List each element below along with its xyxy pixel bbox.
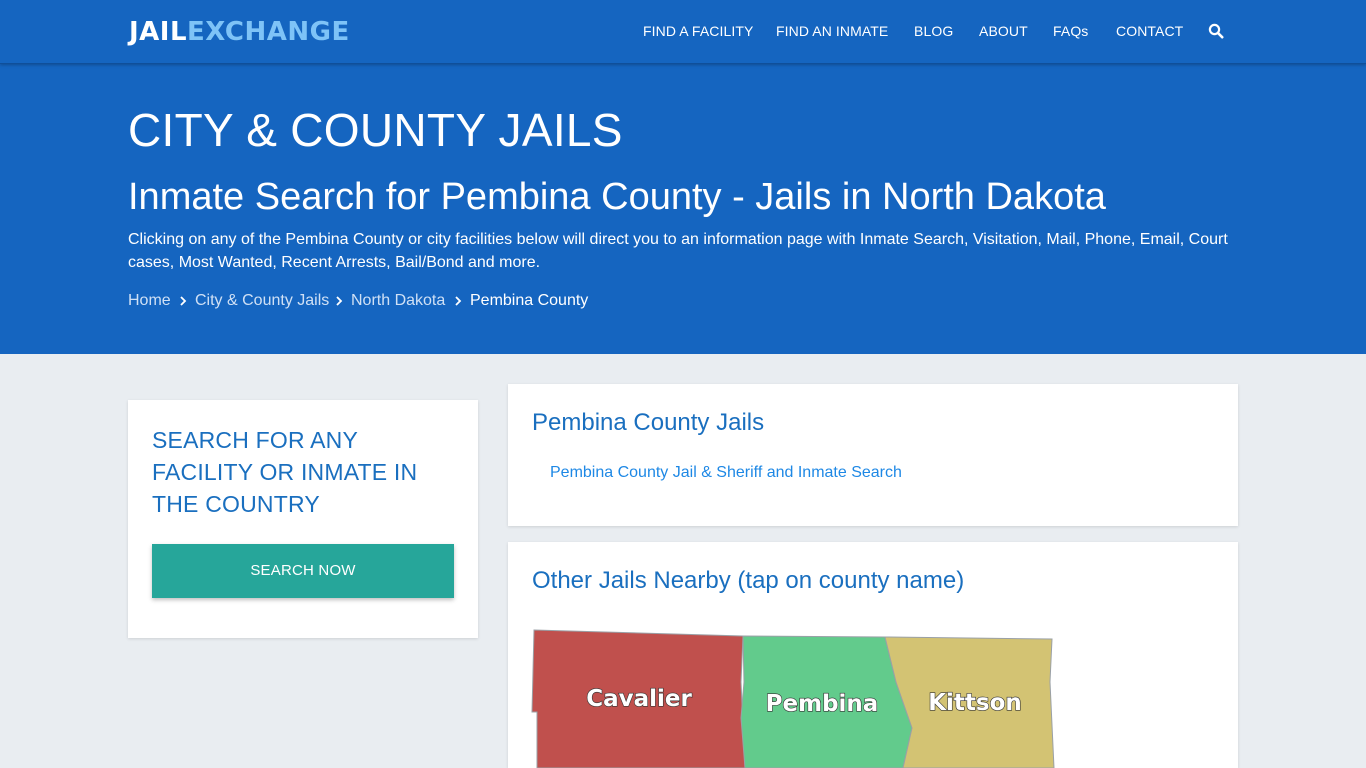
search-now-button[interactable]: SEARCH NOW bbox=[152, 544, 454, 598]
jail-link-pembina-county[interactable]: Pembina County Jail & Sheriff and Inmate… bbox=[550, 463, 902, 483]
nav-find-a-facility[interactable]: FIND A FACILITY bbox=[643, 23, 753, 39]
nav-contact[interactable]: CONTACT bbox=[1116, 23, 1183, 39]
county-label-kittson[interactable]: Kittson bbox=[928, 689, 1023, 716]
breadcrumb-home[interactable]: Home bbox=[128, 291, 171, 311]
nav-find-an-inmate[interactable]: FIND AN INMATE bbox=[776, 23, 888, 39]
county-map: Cavalier Pembina Kittson bbox=[531, 629, 1055, 768]
search-promo-heading: SEARCH FOR ANY FACILITY OR INMATE IN THE… bbox=[152, 427, 418, 517]
chevron-right-icon bbox=[336, 296, 343, 306]
search-promo-card: SEARCH FOR ANY FACILITY OR INMATE IN THE… bbox=[128, 400, 478, 638]
top-navbar: JAILEXCHANGE FIND A FACILITY FIND AN INM… bbox=[0, 0, 1366, 64]
county-label-pembina[interactable]: Pembina bbox=[765, 690, 879, 717]
search-icon[interactable] bbox=[1208, 23, 1224, 39]
page-title: CITY & COUNTY JAILS bbox=[128, 104, 623, 156]
county-jails-heading: Pembina County Jails bbox=[532, 409, 765, 436]
page-subtitle: Inmate Search for Pembina County - Jails… bbox=[128, 176, 1106, 218]
chevron-right-icon bbox=[180, 296, 187, 306]
nav-blog[interactable]: BLOG bbox=[914, 23, 953, 39]
nav-faqs[interactable]: FAQs bbox=[1053, 23, 1088, 39]
chevron-right-icon bbox=[455, 296, 462, 306]
breadcrumb-pembina-county: Pembina County bbox=[470, 292, 589, 309]
breadcrumb-city-county-jails[interactable]: City & County Jails bbox=[195, 291, 329, 311]
breadcrumb-north-dakota[interactable]: North Dakota bbox=[351, 291, 445, 311]
main-nav: FIND A FACILITY FIND AN INMATE BLOG ABOU… bbox=[0, 0, 1366, 64]
nav-about[interactable]: ABOUT bbox=[979, 23, 1028, 39]
nearby-jails-heading: Other Jails Nearby (tap on county name) bbox=[532, 567, 965, 594]
nearby-jails-card: Other Jails Nearby (tap on county name) … bbox=[508, 542, 1238, 768]
county-label-cavalier[interactable]: Cavalier bbox=[586, 685, 693, 712]
page-description: Clicking on any of the Pembina County or… bbox=[128, 231, 1228, 271]
county-jails-card: Pembina County Jails Pembina County Jail… bbox=[508, 384, 1238, 526]
hero-banner: CITY & COUNTY JAILS Inmate Search for Pe… bbox=[0, 64, 1366, 354]
